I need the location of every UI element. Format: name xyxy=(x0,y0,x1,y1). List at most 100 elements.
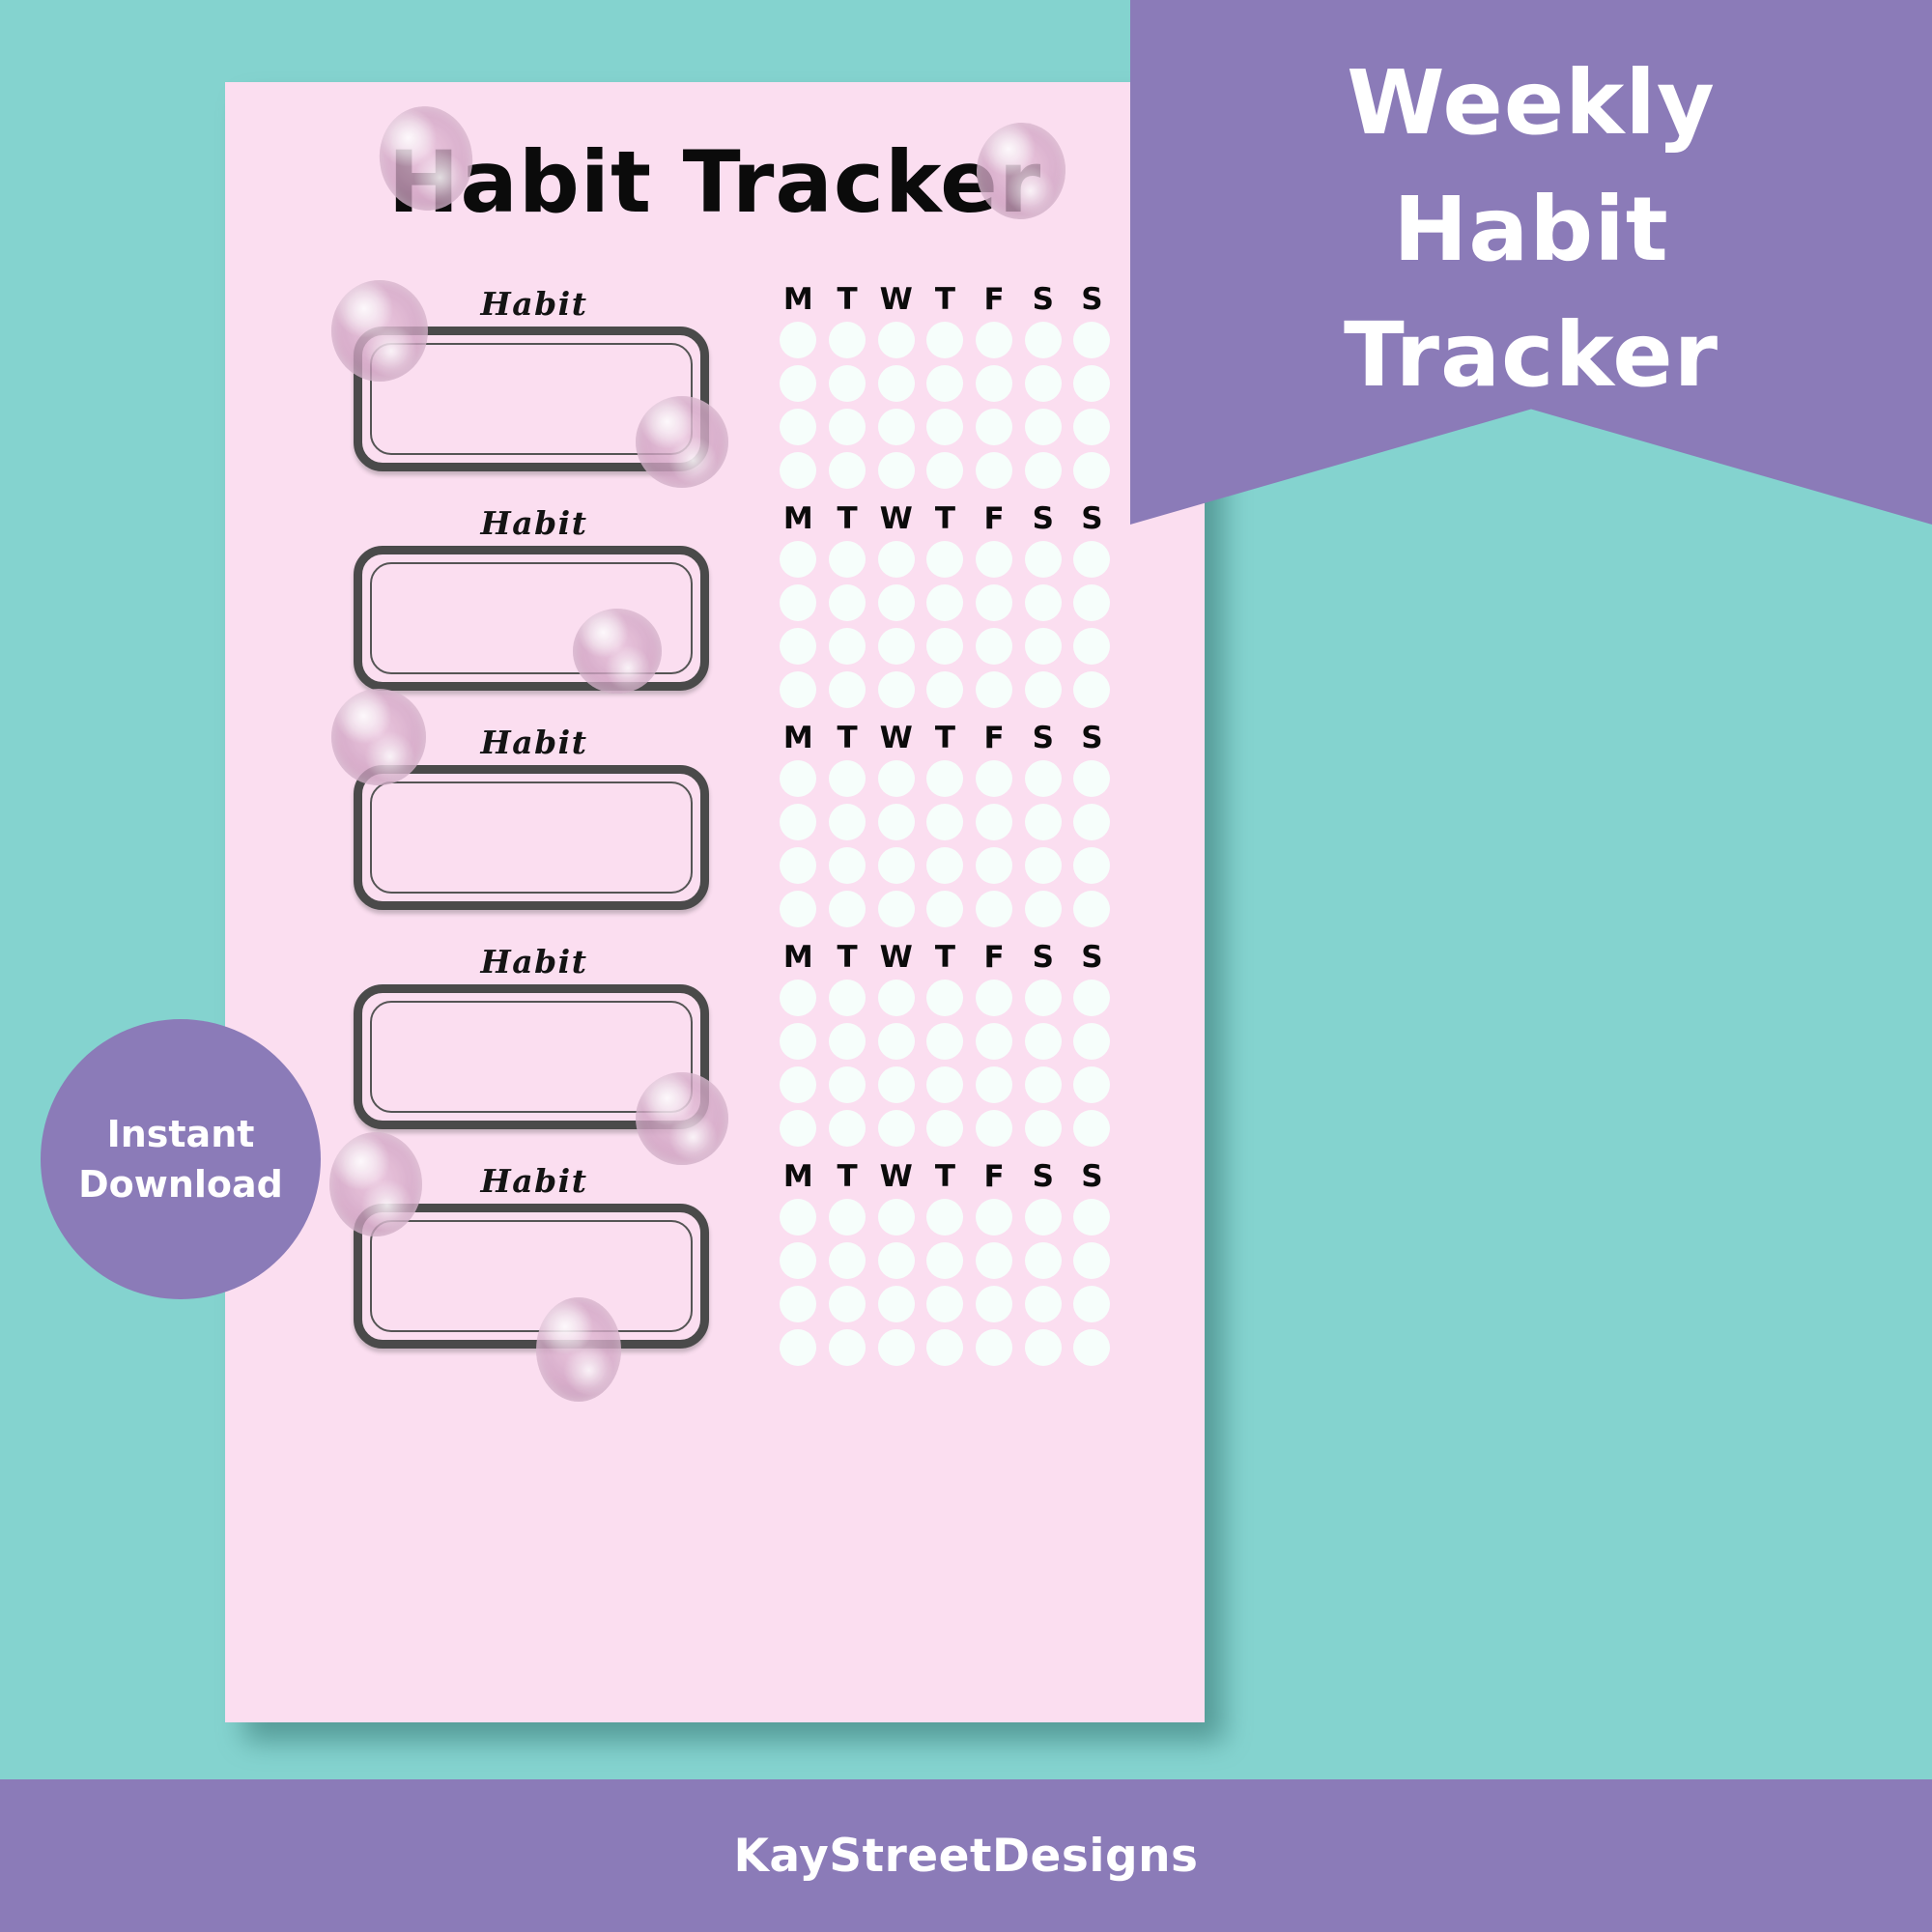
habit-check-dot[interactable] xyxy=(829,1242,867,1279)
dot-cell[interactable] xyxy=(823,1199,872,1236)
dot-cell[interactable] xyxy=(1067,1242,1117,1279)
habit-check-dot[interactable] xyxy=(1024,584,1062,621)
habit-check-dot[interactable] xyxy=(829,322,867,358)
habit-check-dot[interactable] xyxy=(1024,847,1062,884)
habit-name-input[interactable] xyxy=(354,546,709,691)
habit-check-dot[interactable] xyxy=(1024,671,1062,708)
habit-check-dot[interactable] xyxy=(780,1066,817,1103)
dot-cell[interactable] xyxy=(871,1329,921,1366)
dot-cell[interactable] xyxy=(1018,1242,1067,1279)
dot-cell[interactable] xyxy=(774,1023,823,1060)
dot-cell[interactable] xyxy=(823,804,872,840)
habit-check-dot[interactable] xyxy=(1073,452,1111,489)
dot-cell[interactable] xyxy=(970,452,1019,489)
habit-check-dot[interactable] xyxy=(829,804,867,840)
habit-check-dot[interactable] xyxy=(926,804,964,840)
habit-check-dot[interactable] xyxy=(976,760,1013,797)
dot-cell[interactable] xyxy=(970,628,1019,665)
habit-check-dot[interactable] xyxy=(976,891,1013,927)
habit-check-dot[interactable] xyxy=(1073,365,1111,402)
dot-cell[interactable] xyxy=(1067,804,1117,840)
habit-check-dot[interactable] xyxy=(926,847,964,884)
dot-cell[interactable] xyxy=(921,980,970,1016)
dot-cell[interactable] xyxy=(970,322,1019,358)
dot-cell[interactable] xyxy=(774,541,823,578)
dot-cell[interactable] xyxy=(1067,322,1117,358)
dot-cell[interactable] xyxy=(970,541,1019,578)
habit-check-dot[interactable] xyxy=(829,409,867,445)
habit-check-dot[interactable] xyxy=(976,1242,1013,1279)
habit-check-dot[interactable] xyxy=(829,628,867,665)
dot-cell[interactable] xyxy=(871,541,921,578)
habit-check-dot[interactable] xyxy=(829,1023,867,1060)
habit-check-dot[interactable] xyxy=(1024,1066,1062,1103)
dot-cell[interactable] xyxy=(774,1110,823,1147)
dot-cell[interactable] xyxy=(921,322,970,358)
dot-cell[interactable] xyxy=(1018,584,1067,621)
habit-check-dot[interactable] xyxy=(780,541,817,578)
dot-cell[interactable] xyxy=(970,847,1019,884)
habit-check-dot[interactable] xyxy=(780,891,817,927)
habit-name-input[interactable] xyxy=(354,765,709,910)
habit-check-dot[interactable] xyxy=(1073,804,1111,840)
habit-check-dot[interactable] xyxy=(780,804,817,840)
habit-check-dot[interactable] xyxy=(829,1199,867,1236)
habit-check-dot[interactable] xyxy=(1024,1110,1062,1147)
habit-check-dot[interactable] xyxy=(829,671,867,708)
dot-cell[interactable] xyxy=(970,760,1019,797)
habit-check-dot[interactable] xyxy=(1024,1329,1062,1366)
dot-cell[interactable] xyxy=(921,409,970,445)
dot-cell[interactable] xyxy=(823,1286,872,1322)
dot-cell[interactable] xyxy=(871,409,921,445)
dot-cell[interactable] xyxy=(1018,804,1067,840)
habit-check-dot[interactable] xyxy=(926,1110,964,1147)
dot-cell[interactable] xyxy=(970,1286,1019,1322)
dot-cell[interactable] xyxy=(823,847,872,884)
dot-cell[interactable] xyxy=(921,365,970,402)
dot-cell[interactable] xyxy=(970,584,1019,621)
dot-cell[interactable] xyxy=(921,1066,970,1103)
habit-check-dot[interactable] xyxy=(926,628,964,665)
habit-check-dot[interactable] xyxy=(926,891,964,927)
habit-check-dot[interactable] xyxy=(1024,409,1062,445)
habit-check-dot[interactable] xyxy=(926,409,964,445)
habit-check-dot[interactable] xyxy=(877,541,915,578)
dot-cell[interactable] xyxy=(970,1329,1019,1366)
dot-cell[interactable] xyxy=(871,1110,921,1147)
habit-check-dot[interactable] xyxy=(976,409,1013,445)
dot-cell[interactable] xyxy=(871,452,921,489)
habit-check-dot[interactable] xyxy=(1073,1023,1111,1060)
habit-check-dot[interactable] xyxy=(976,628,1013,665)
dot-cell[interactable] xyxy=(1018,1199,1067,1236)
habit-check-dot[interactable] xyxy=(976,804,1013,840)
habit-check-dot[interactable] xyxy=(780,1329,817,1366)
dot-cell[interactable] xyxy=(871,1286,921,1322)
dot-cell[interactable] xyxy=(970,409,1019,445)
habit-check-dot[interactable] xyxy=(780,365,817,402)
habit-check-dot[interactable] xyxy=(829,980,867,1016)
habit-check-dot[interactable] xyxy=(877,1199,915,1236)
dot-cell[interactable] xyxy=(871,1023,921,1060)
habit-check-dot[interactable] xyxy=(1073,671,1111,708)
habit-check-dot[interactable] xyxy=(829,452,867,489)
habit-check-dot[interactable] xyxy=(926,980,964,1016)
dot-cell[interactable] xyxy=(970,1199,1019,1236)
habit-check-dot[interactable] xyxy=(829,847,867,884)
dot-cell[interactable] xyxy=(871,847,921,884)
dot-cell[interactable] xyxy=(921,760,970,797)
habit-check-dot[interactable] xyxy=(780,322,817,358)
habit-check-dot[interactable] xyxy=(976,1329,1013,1366)
dot-cell[interactable] xyxy=(1067,1110,1117,1147)
dot-cell[interactable] xyxy=(921,847,970,884)
habit-check-dot[interactable] xyxy=(780,980,817,1016)
habit-check-dot[interactable] xyxy=(976,1023,1013,1060)
habit-check-dot[interactable] xyxy=(926,1329,964,1366)
dot-cell[interactable] xyxy=(1067,760,1117,797)
dot-cell[interactable] xyxy=(921,1199,970,1236)
habit-check-dot[interactable] xyxy=(1024,1286,1062,1322)
habit-check-dot[interactable] xyxy=(1073,1066,1111,1103)
dot-cell[interactable] xyxy=(774,628,823,665)
dot-cell[interactable] xyxy=(823,1329,872,1366)
dot-cell[interactable] xyxy=(823,760,872,797)
habit-check-dot[interactable] xyxy=(877,409,915,445)
